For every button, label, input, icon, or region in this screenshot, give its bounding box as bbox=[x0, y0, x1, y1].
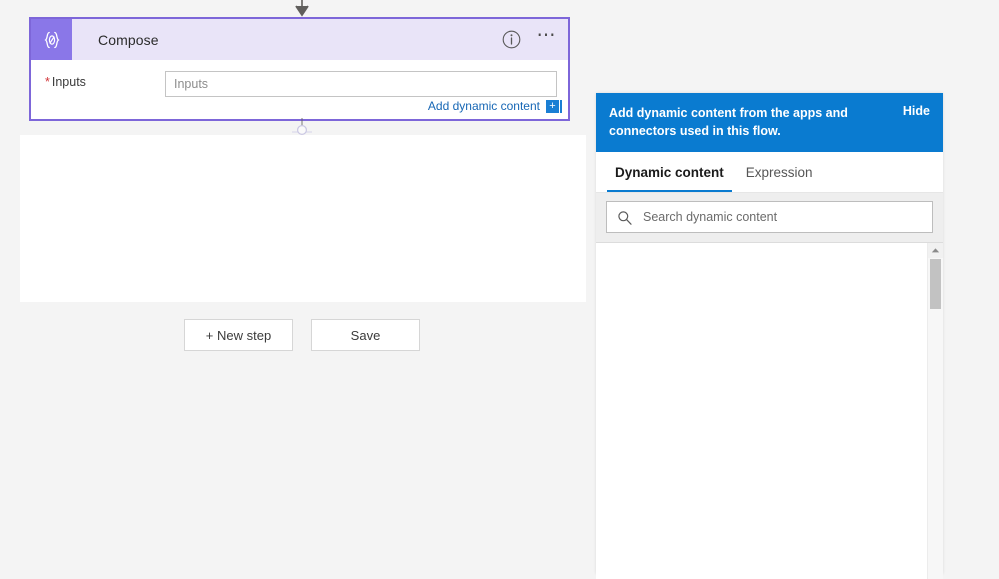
scrollbar-thumb[interactable] bbox=[930, 259, 941, 309]
add-dynamic-content-plus-icon[interactable]: + bbox=[546, 99, 562, 113]
arrow-down-icon bbox=[285, 0, 319, 18]
save-button[interactable]: Save bbox=[311, 319, 420, 351]
dynamic-content-list bbox=[596, 243, 943, 579]
inputs-input[interactable] bbox=[165, 71, 557, 97]
search-dynamic-content-input[interactable] bbox=[641, 209, 924, 225]
tab-expression[interactable]: Expression bbox=[735, 152, 824, 192]
inputs-field-row: * Inputs bbox=[31, 60, 568, 97]
dynamic-content-tabs: Dynamic content Expression bbox=[596, 152, 943, 193]
tab-dynamic-content[interactable]: Dynamic content bbox=[604, 152, 735, 192]
compose-braces-icon bbox=[31, 19, 72, 60]
search-icon bbox=[615, 210, 633, 225]
inputs-label-text: Inputs bbox=[51, 75, 86, 89]
inputs-field-label: * Inputs bbox=[45, 71, 165, 89]
compose-card-header[interactable]: Compose ⋯ bbox=[31, 19, 568, 60]
info-circle-icon[interactable] bbox=[499, 28, 523, 52]
add-dynamic-content-row: Add dynamic content + bbox=[428, 99, 562, 113]
new-step-button[interactable]: + New step bbox=[184, 319, 293, 351]
dynamic-content-banner-message: Add dynamic content from the apps and co… bbox=[609, 106, 848, 138]
search-box[interactable] bbox=[606, 201, 933, 233]
designer-empty-sheet bbox=[20, 135, 586, 302]
required-asterisk: * bbox=[45, 75, 50, 89]
compose-card-body: *Inputs Add dynamic content + bbox=[31, 60, 568, 119]
chevron-up-icon[interactable] bbox=[928, 243, 943, 258]
dynamic-content-scrollbar[interactable] bbox=[927, 243, 943, 579]
hide-banner-link[interactable]: Hide bbox=[903, 104, 930, 118]
add-dynamic-content-link[interactable]: Add dynamic content bbox=[428, 99, 540, 113]
compose-action-card[interactable]: Compose ⋯ *Inputs Add dynamic content bbox=[29, 17, 570, 121]
dynamic-content-search-area bbox=[596, 193, 943, 243]
ellipsis-menu-icon[interactable]: ⋯ bbox=[535, 24, 559, 56]
compose-card-title: Compose bbox=[98, 31, 159, 48]
flow-designer-canvas: Compose ⋯ *Inputs Add dynamic content bbox=[0, 0, 596, 574]
card-header-actions: ⋯ bbox=[499, 19, 559, 60]
dynamic-content-panel: Add dynamic content from the apps and co… bbox=[596, 93, 943, 579]
flow-action-buttons: + New step Save bbox=[184, 319, 420, 351]
dynamic-content-banner: Add dynamic content from the apps and co… bbox=[596, 93, 943, 152]
